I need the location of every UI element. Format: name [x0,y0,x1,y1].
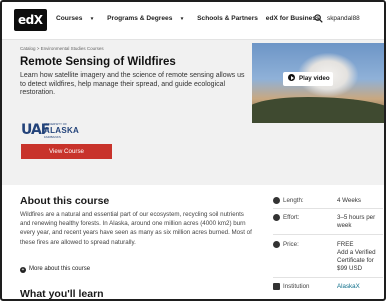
nav-item-schools-partners[interactable]: Schools & Partners [197,15,258,22]
video-thumbnail[interactable]: Play video [252,43,384,123]
chevron-down-icon: ▾ [89,16,94,22]
plus-icon: + [20,266,26,273]
nav-item-programs-degrees[interactable]: Programs & Degrees ▾ [107,15,189,22]
fact-label-length: Length: [283,197,304,204]
breadcrumb[interactable]: Catalog > Environmental Studies Courses [20,46,104,51]
more-about-link[interactable]: + More about this course [20,266,90,273]
tag-icon [273,241,280,248]
nav-item-edx-for-business[interactable]: edX for Business [266,15,320,22]
course-description: Learn how satellite imagery and the scie… [20,72,245,97]
clock-icon [273,197,280,204]
institution-icon [273,283,280,290]
fact-value-effort: 3–5 hours per week [337,214,376,229]
chevron-down-icon: ▾ [179,16,184,22]
edx-logo[interactable]: edX [14,9,47,31]
institution-link[interactable]: AlaskaX [337,283,383,291]
divider [273,234,383,235]
top-navigation: edX Courses ▾ Programs & Degrees ▾ Schoo… [2,2,384,40]
divider [273,208,383,209]
fact-value-price: FREE Add a Verified Certificate for $99 … [337,241,376,272]
partner-logo[interactable]: UAF UNIVERSITY OF ALASKA FAIRBANKS [21,121,91,139]
play-icon [288,74,295,81]
browser-frame: edX Courses ▾ Programs & Degrees ▾ Schoo… [0,0,386,301]
gauge-icon [273,214,280,221]
search-icon[interactable] [314,14,323,23]
fact-label-institution: Institution [283,283,310,290]
about-text: Wildfires are a natural and essential pa… [20,211,252,246]
fact-value-length: 4 Weeks [337,197,361,204]
about-heading: About this course [20,195,110,207]
view-course-button[interactable]: View Course [21,144,112,159]
fact-label-effort: Effort: [283,214,300,221]
user-menu[interactable]: skpandal88 [327,15,360,22]
course-title: Remote Sensing of Wildfires [20,56,176,68]
nav-item-courses[interactable]: Courses ▾ [56,15,99,22]
fact-label-price: Price: [283,241,299,248]
nav-menu: Courses ▾ Programs & Degrees ▾ Schools &… [56,15,326,22]
forest-ridge-image [252,97,384,123]
course-hero: Catalog > Environmental Studies Courses … [2,40,384,185]
play-video-button[interactable]: Play video [283,72,333,86]
divider [273,277,383,278]
learn-heading: What you'll learn [20,288,104,300]
